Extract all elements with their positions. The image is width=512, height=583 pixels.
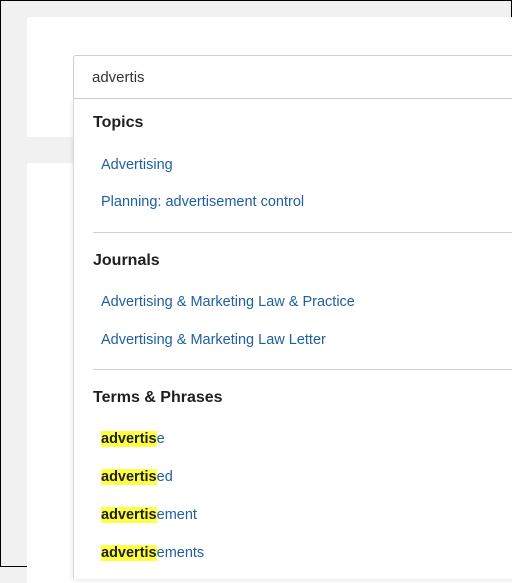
search-input[interactable] bbox=[73, 55, 512, 99]
journals-heading: Journals bbox=[93, 252, 160, 269]
section-divider bbox=[93, 369, 512, 370]
term-item-advertisement[interactable]: advertisement bbox=[101, 507, 197, 523]
terms-heading: Terms & Phrases bbox=[93, 389, 223, 406]
term-item-advertisements[interactable]: advertisements bbox=[101, 545, 204, 561]
term-suffix: ements bbox=[156, 545, 205, 561]
term-suffix: e bbox=[156, 431, 165, 447]
term-suffix: ed bbox=[156, 469, 173, 485]
term-suffix: ement bbox=[156, 507, 197, 523]
term-match-highlight: advertis bbox=[101, 469, 157, 485]
topic-item-planning-advertisement-control[interactable]: Planning: advertisement control bbox=[101, 194, 304, 210]
section-divider bbox=[93, 232, 512, 233]
term-item-advertise[interactable]: advertise bbox=[101, 431, 165, 447]
journal-item-advertising-marketing-law-letter[interactable]: Advertising & Marketing Law Letter bbox=[101, 332, 326, 348]
term-item-advertised[interactable]: advertised bbox=[101, 469, 173, 485]
term-match-highlight: advertis bbox=[101, 545, 157, 561]
journal-item-advertising-marketing-law-practice[interactable]: Advertising & Marketing Law & Practice bbox=[101, 294, 355, 310]
term-match-highlight: advertis bbox=[101, 507, 157, 523]
term-match-highlight: advertis bbox=[101, 431, 157, 447]
topic-item-advertising[interactable]: Advertising bbox=[101, 157, 173, 173]
autocomplete-dropdown: Topics Advertising Planning: advertiseme… bbox=[73, 99, 512, 579]
topics-heading: Topics bbox=[93, 114, 144, 131]
